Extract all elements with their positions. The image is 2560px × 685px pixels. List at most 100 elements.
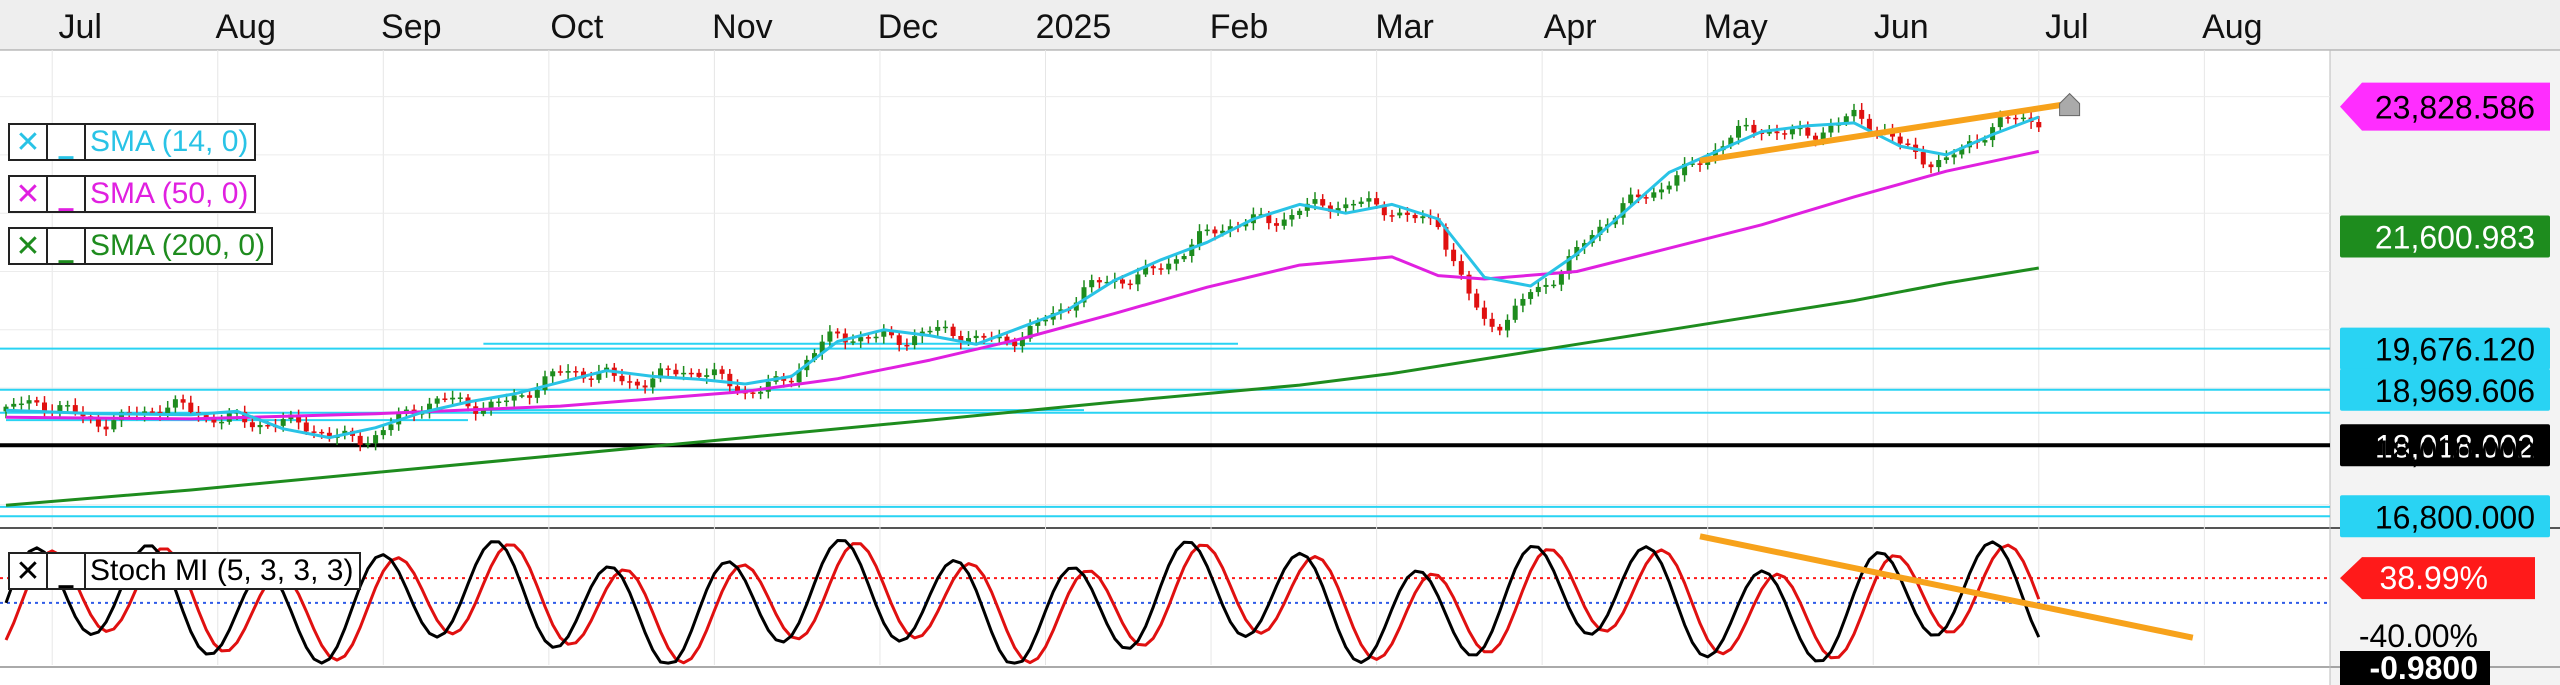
price-label: 19,676.120 <box>2340 327 2550 370</box>
candle-body <box>373 435 379 444</box>
month-label: Oct <box>550 8 603 46</box>
candle-body <box>311 431 317 433</box>
candle-body <box>665 368 671 370</box>
candle-body <box>1489 318 1495 327</box>
candle-body <box>1120 279 1125 284</box>
candle-body <box>1420 216 1426 219</box>
indicator-legend: ✕ _ SMA (14, 0) <box>8 123 257 161</box>
candle-body <box>2013 117 2019 120</box>
candle-body <box>1936 160 1942 168</box>
candle-body <box>1535 286 1541 293</box>
indicator-legend-label: Stoch MI (5, 3, 3, 3) <box>90 554 354 587</box>
sma-200-line <box>5 266 2040 507</box>
candle-body <box>1274 223 1279 226</box>
candle-body <box>650 378 656 388</box>
minimize-indicator-button[interactable]: _ <box>48 177 86 212</box>
candle-body <box>1320 199 1326 206</box>
candle-body <box>550 371 556 377</box>
month-label: Nov <box>712 8 772 46</box>
candle-body <box>319 431 325 434</box>
candle-body <box>457 397 463 399</box>
remove-indicator-button[interactable]: ✕ <box>10 125 48 160</box>
candle-body <box>149 411 155 413</box>
candle-body <box>1404 212 1410 215</box>
remove-indicator-button[interactable]: ✕ <box>10 554 48 589</box>
candle-body <box>1505 319 1510 331</box>
candle-body <box>1166 263 1172 270</box>
candle-body <box>442 398 448 400</box>
indicator-legend: ✕ _ Stoch MI (5, 3, 3, 3) <box>8 552 362 590</box>
candle-body <box>1551 284 1557 287</box>
candle-body <box>1674 175 1680 186</box>
stoch-label: -40.00% <box>2359 618 2478 654</box>
candle-body <box>1666 185 1672 190</box>
candle-body <box>681 372 687 375</box>
candle-body <box>711 369 717 376</box>
candle-body <box>1897 136 1903 144</box>
indicator-legend: ✕ _ SMA (50, 0) <box>8 175 257 213</box>
candle-body <box>42 402 47 412</box>
candle-body <box>1851 109 1857 117</box>
candle-body <box>1997 117 2003 128</box>
price-label-text: 21,600.983 <box>2375 219 2535 255</box>
candle-body <box>1374 198 1380 205</box>
candle-body <box>704 375 710 377</box>
candle-body <box>1150 266 1156 269</box>
month-label: Apr <box>1544 8 1597 46</box>
remove-indicator-button[interactable]: ✕ <box>10 229 48 264</box>
candle-body <box>1512 305 1518 320</box>
candle-body <box>65 405 71 407</box>
candle-body <box>504 400 509 403</box>
candle-body <box>1135 274 1141 285</box>
candle-body <box>896 335 902 345</box>
candle-body <box>627 381 633 383</box>
candle-body <box>1096 280 1102 283</box>
price-label-text: 23,828.586 <box>2375 90 2535 126</box>
candle-body <box>1366 198 1372 202</box>
minimize-indicator-button[interactable]: _ <box>48 554 86 589</box>
candle-body <box>18 403 24 406</box>
candle-body <box>1805 127 1811 136</box>
candle-body <box>1451 249 1457 262</box>
candle-body <box>927 330 933 333</box>
candle-body <box>1928 164 1934 168</box>
candle-body <box>1458 261 1464 275</box>
candle-body <box>873 336 879 339</box>
candle-body <box>1905 143 1911 145</box>
candle-body <box>519 395 525 397</box>
candle-body <box>1828 125 1834 133</box>
candle-body <box>1089 280 1095 288</box>
candle-body <box>450 397 456 400</box>
month-label: Sep <box>381 8 442 46</box>
candle-body <box>172 399 178 408</box>
month-label: 2025 <box>1036 8 1112 46</box>
candle-body <box>1351 203 1356 206</box>
candle-body <box>1412 214 1418 219</box>
remove-indicator-button[interactable]: ✕ <box>10 177 48 212</box>
candle-body <box>719 369 725 374</box>
candle-body <box>1358 201 1364 204</box>
candle-body <box>1782 133 1788 135</box>
candle-body <box>380 430 386 436</box>
candle-body <box>303 422 309 432</box>
candle-body <box>827 331 833 342</box>
month-label: Aug <box>216 8 277 46</box>
minimize-indicator-button[interactable]: _ <box>48 229 86 264</box>
candle-body <box>496 401 502 404</box>
candle-body <box>1173 259 1179 264</box>
price-label-text: 16,800.000 <box>2375 499 2535 535</box>
chart-svg[interactable]: Jul Aug Sep Oct Nov Dec 2025 Feb Mar Apr May Jun Jul… <box>0 0 2560 685</box>
candle-body <box>758 391 764 394</box>
candle-body <box>904 344 910 347</box>
candle-body <box>2036 122 2042 128</box>
candle-body <box>858 337 864 342</box>
candle-body <box>696 372 702 377</box>
candle-body <box>2005 117 2011 119</box>
minimize-indicator-button[interactable]: _ <box>48 125 86 160</box>
candle-body <box>935 326 941 331</box>
candle-body <box>573 371 579 373</box>
candle-body <box>11 403 17 407</box>
candle-body <box>881 331 887 337</box>
candle-body <box>912 336 918 346</box>
candle-body <box>1197 231 1202 245</box>
